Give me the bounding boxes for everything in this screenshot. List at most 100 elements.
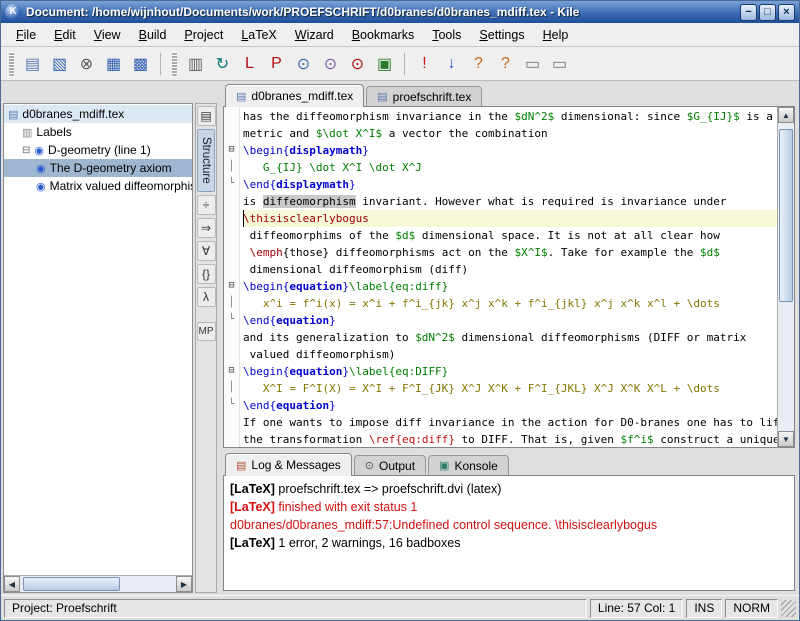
tree-item-d-geometry-line-1[interactable]: ⊟◉D-geometry (line 1) xyxy=(4,141,192,159)
delimiters-symbols-tab[interactable]: {} xyxy=(197,264,216,284)
close-file-icon[interactable]: ⊗ xyxy=(74,51,99,76)
scrollbar-thumb[interactable] xyxy=(779,129,793,301)
editor-line[interactable]: dimensional diffeomorphism (diff) xyxy=(243,261,777,278)
menu-view[interactable]: View xyxy=(85,25,130,45)
menu-latex[interactable]: LaTeX xyxy=(232,25,285,45)
editor-line[interactable]: the transformation \ref{eq:diff} to DIFF… xyxy=(243,431,777,447)
maximize-button[interactable]: □ xyxy=(759,4,776,21)
arrows-symbols-tab[interactable]: ⇒ xyxy=(197,218,216,238)
tab-label: d0branes_mdiff.tex xyxy=(251,89,353,103)
editor-text[interactable]: has the diffeomorphism invariance in the… xyxy=(240,107,777,447)
tree-item-matrix-valued-diffeomorphism[interactable]: ◉Matrix valued diffeomorphism xyxy=(4,177,192,195)
editor-line[interactable]: \thisisclearlybogus xyxy=(243,210,777,227)
view-pdf-icon[interactable]: ⊙ xyxy=(345,51,370,76)
titlebar[interactable]: K Document: /home/wijnhout/Documents/wor… xyxy=(1,1,799,23)
previous-badbox-icon[interactable]: ▭ xyxy=(520,51,545,76)
close-button[interactable]: × xyxy=(778,4,795,21)
pdflatex-icon[interactable]: P xyxy=(264,51,289,76)
menu-project[interactable]: Project xyxy=(175,25,232,45)
tree-item-the-d-geometry-axiom[interactable]: ◉The D-geometry axiom xyxy=(4,159,192,177)
save-file-icon[interactable]: ▦ xyxy=(101,51,126,76)
scroll-up-button[interactable]: ▲ xyxy=(778,107,794,123)
menu-build[interactable]: Build xyxy=(130,25,176,45)
log-line[interactable]: [LaTeX] proefschrift.tex => proefschrift… xyxy=(230,480,788,498)
editor-line[interactable]: valued diffeomorphism) xyxy=(243,346,777,363)
toolbar-handle[interactable] xyxy=(9,52,14,76)
tab-output[interactable]: ⊙Output xyxy=(354,455,426,475)
tree-item-label: Matrix valued diffeomorphism xyxy=(50,179,192,193)
operators-symbols-tab[interactable]: ÷ xyxy=(197,195,216,215)
editor-line[interactable]: and its generalization to $dN^2$ dimensi… xyxy=(243,329,777,346)
fold-marker-icon[interactable]: ⊟ xyxy=(224,362,239,379)
next-warning-icon[interactable]: ? xyxy=(493,51,518,76)
statusbar: Project: Proefschrift Line: 57 Col: 1 IN… xyxy=(1,595,799,620)
greek-symbols-tab[interactable]: λ xyxy=(197,287,216,307)
new-file-icon[interactable]: ▤ xyxy=(20,51,45,76)
previous-error-icon[interactable]: ! xyxy=(412,51,437,76)
menu-edit[interactable]: Edit xyxy=(45,25,85,45)
tab-log-messages[interactable]: ▤Log & Messages xyxy=(225,453,352,476)
editor-line[interactable]: \end{equation} xyxy=(243,397,777,414)
editor-line[interactable]: \begin{displaymath} xyxy=(243,142,777,159)
structure-tab[interactable]: Structure xyxy=(197,129,215,192)
menu-bookmarks[interactable]: Bookmarks xyxy=(343,25,424,45)
menu-wizard[interactable]: Wizard xyxy=(286,25,343,45)
view-ps-icon[interactable]: ⊙ xyxy=(318,51,343,76)
save-all-icon[interactable]: ▩ xyxy=(128,51,153,76)
open-file-icon[interactable]: ▧ xyxy=(47,51,72,76)
quickbuild-icon[interactable]: ↻ xyxy=(210,51,235,76)
editor-line[interactable]: If one wants to impose diff invariance i… xyxy=(243,414,777,431)
editor-vertical-scrollbar[interactable]: ▲ ▼ xyxy=(777,107,794,447)
editor-line[interactable]: is diffeomorphism invariant. However wha… xyxy=(243,193,777,210)
minimize-button[interactable]: − xyxy=(740,4,757,21)
scroll-right-button[interactable]: ▶ xyxy=(176,576,192,592)
editor-line[interactable]: \end{equation} xyxy=(243,312,777,329)
toolbar-handle[interactable] xyxy=(172,52,177,76)
menu-help[interactable]: Help xyxy=(534,25,578,45)
log-line[interactable]: [LaTeX] finished with exit status 1 xyxy=(230,498,788,516)
menu-file[interactable]: File xyxy=(7,25,45,45)
editor[interactable]: ⊟│└⊟│└⊟│└ has the diffeomorphism invaria… xyxy=(223,106,795,448)
editor-line[interactable]: G_{IJ} \dot X^I \dot X^J xyxy=(243,159,777,176)
editor-line[interactable]: \begin{equation}\label{eq:diff} xyxy=(243,278,777,295)
scrollbar-track[interactable] xyxy=(778,123,794,431)
fold-marker-icon[interactable]: ⊟ xyxy=(224,141,239,158)
editor-line[interactable]: \begin{equation}\label{eq:DIFF} xyxy=(243,363,777,380)
view-dvi-icon[interactable]: ⊙ xyxy=(291,51,316,76)
previous-warning-icon[interactable]: ? xyxy=(466,51,491,76)
resize-grip[interactable] xyxy=(781,600,796,617)
tree-expander-icon[interactable]: ⊟ xyxy=(22,145,30,156)
log-line[interactable]: d0branes/d0branes_mdiff:57:Undefined con… xyxy=(230,516,788,534)
tree-item-labels[interactable]: ▥Labels xyxy=(4,123,192,141)
logic-symbols-tab[interactable]: ∀ xyxy=(197,241,216,261)
print-icon[interactable]: ▥ xyxy=(183,51,208,76)
fold-marker-icon[interactable]: ⊟ xyxy=(224,277,239,294)
scrollbar-track[interactable] xyxy=(20,576,176,592)
scrollbar-thumb[interactable] xyxy=(23,577,120,591)
metapost-tab[interactable]: MP xyxy=(197,322,216,341)
konsole-icon[interactable]: ▣ xyxy=(372,51,397,76)
next-error-icon[interactable]: ↓ xyxy=(439,51,464,76)
editor-line[interactable]: X^I = F^I(X) = X^I + F^I_{JK} X^J X^K + … xyxy=(243,380,777,397)
files-tab-icon[interactable]: ▤ xyxy=(197,106,216,126)
tab-d0branes-mdiff-tex[interactable]: ▤d0branes_mdiff.tex xyxy=(225,84,364,107)
next-badbox-icon[interactable]: ▭ xyxy=(547,51,572,76)
log-line[interactable]: [LaTeX] 1 error, 2 warnings, 16 badboxes xyxy=(230,534,788,552)
editor-line[interactable]: \end{displaymath} xyxy=(243,176,777,193)
editor-line[interactable]: x^i = f^i(x) = x^i + f^i_{jk} x^j x^k + … xyxy=(243,295,777,312)
editor-line[interactable]: diffeomorphims of the $d$ dimensional sp… xyxy=(243,227,777,244)
scroll-down-button[interactable]: ▼ xyxy=(778,431,794,447)
log-messages-panel[interactable]: [LaTeX] proefschrift.tex => proefschrift… xyxy=(223,475,795,591)
latex-icon[interactable]: L xyxy=(237,51,262,76)
status-insert-mode[interactable]: INS xyxy=(686,599,722,618)
tree-item-d0branes-mdiff-tex[interactable]: ▤d0branes_mdiff.tex xyxy=(4,105,192,123)
scroll-left-button[interactable]: ◀ xyxy=(4,576,20,592)
tree-horizontal-scrollbar[interactable]: ◀ ▶ xyxy=(4,575,192,592)
menu-tools[interactable]: Tools xyxy=(423,25,470,45)
editor-line[interactable]: \emph{those} diffeomorphisms act on the … xyxy=(243,244,777,261)
editor-line[interactable]: metric and $\dot X^I$ a vector the combi… xyxy=(243,125,777,142)
tab-konsole[interactable]: ▣Konsole xyxy=(428,455,509,475)
editor-line[interactable]: has the diffeomorphism invariance in the… xyxy=(243,108,777,125)
menu-settings[interactable]: Settings xyxy=(470,25,533,45)
tab-proefschrift-tex[interactable]: ▤proefschrift.tex xyxy=(366,86,482,106)
